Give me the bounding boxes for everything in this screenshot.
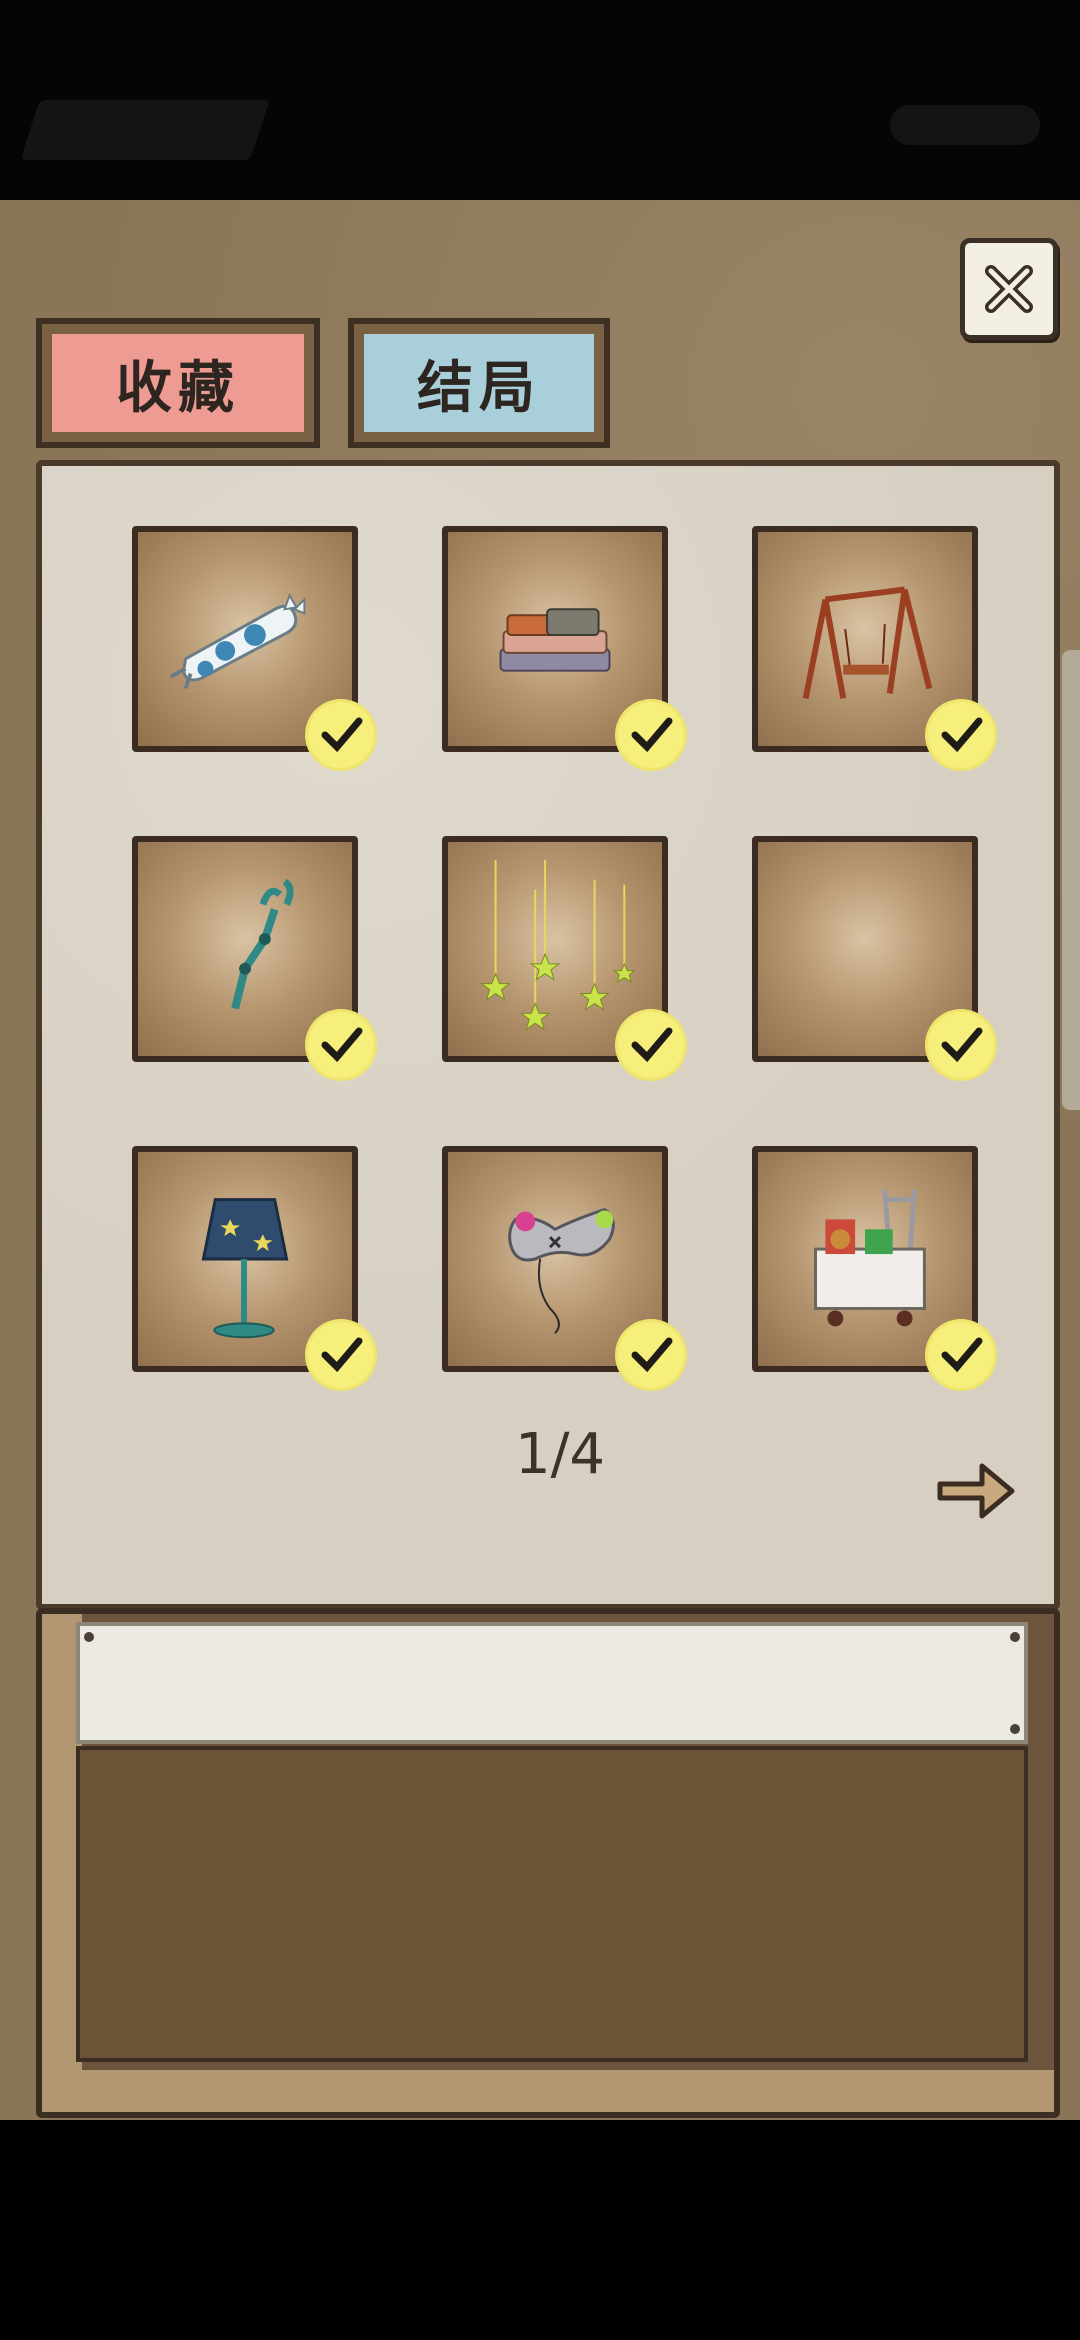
check-icon: [631, 717, 673, 753]
next-page-button[interactable]: [930, 1446, 1020, 1536]
tab-endings-label: 结局: [364, 334, 594, 432]
tab-collection-label: 收藏: [52, 334, 304, 432]
top-status-area: [0, 0, 1080, 200]
close-icon: [985, 265, 1033, 313]
collected-check-badge: [308, 702, 374, 768]
check-icon: [321, 1027, 363, 1063]
collected-check-badge: [928, 702, 994, 768]
top-left-decoration: [20, 100, 270, 160]
pin-bottom-right: [1010, 1724, 1020, 1734]
collected-check-badge: [308, 1322, 374, 1388]
check-icon: [941, 717, 983, 753]
check-icon: [631, 1027, 673, 1063]
bottom-navigation-area: [0, 2120, 1080, 2340]
close-button[interactable]: [960, 238, 1058, 340]
collection-item-shopping-cart[interactable]: [752, 1146, 994, 1388]
item-title-banner: [76, 1622, 1028, 1744]
collection-item-folded-clothes[interactable]: [442, 526, 684, 768]
collection-item-grabber-claw[interactable]: [132, 836, 374, 1078]
frame-wood-bottom: [42, 2070, 1054, 2112]
collection-item-empty-slot[interactable]: [752, 836, 994, 1078]
top-right-decoration: [890, 105, 1040, 145]
check-icon: [321, 717, 363, 753]
collected-check-badge: [618, 1322, 684, 1388]
pin-top-left: [84, 1632, 94, 1642]
check-icon: [321, 1337, 363, 1373]
item-description-text: [76, 1746, 1028, 2062]
check-icon: [941, 1337, 983, 1373]
collected-check-badge: [928, 1012, 994, 1078]
check-icon: [631, 1337, 673, 1373]
collection-item-game-controller[interactable]: [442, 1146, 684, 1388]
collected-check-badge: [618, 1012, 684, 1078]
arrow-right-icon: [937, 1463, 1015, 1519]
collection-item-hanging-stars[interactable]: [442, 836, 684, 1078]
collection-item-wooden-swing[interactable]: [752, 526, 994, 768]
check-icon: [941, 1027, 983, 1063]
collection-item-star-lamp[interactable]: [132, 1146, 374, 1388]
side-scroll-edge: [1062, 650, 1080, 1110]
collected-check-badge: [618, 702, 684, 768]
collected-check-badge: [308, 1012, 374, 1078]
pin-top-right: [1010, 1632, 1020, 1642]
collected-check-badge: [928, 1322, 994, 1388]
collection-item-cat-pillow[interactable]: [132, 526, 374, 768]
tab-collection[interactable]: 收藏: [36, 318, 320, 448]
tab-endings[interactable]: 结局: [348, 318, 610, 448]
page-indicator: 1/4: [514, 1422, 606, 1487]
